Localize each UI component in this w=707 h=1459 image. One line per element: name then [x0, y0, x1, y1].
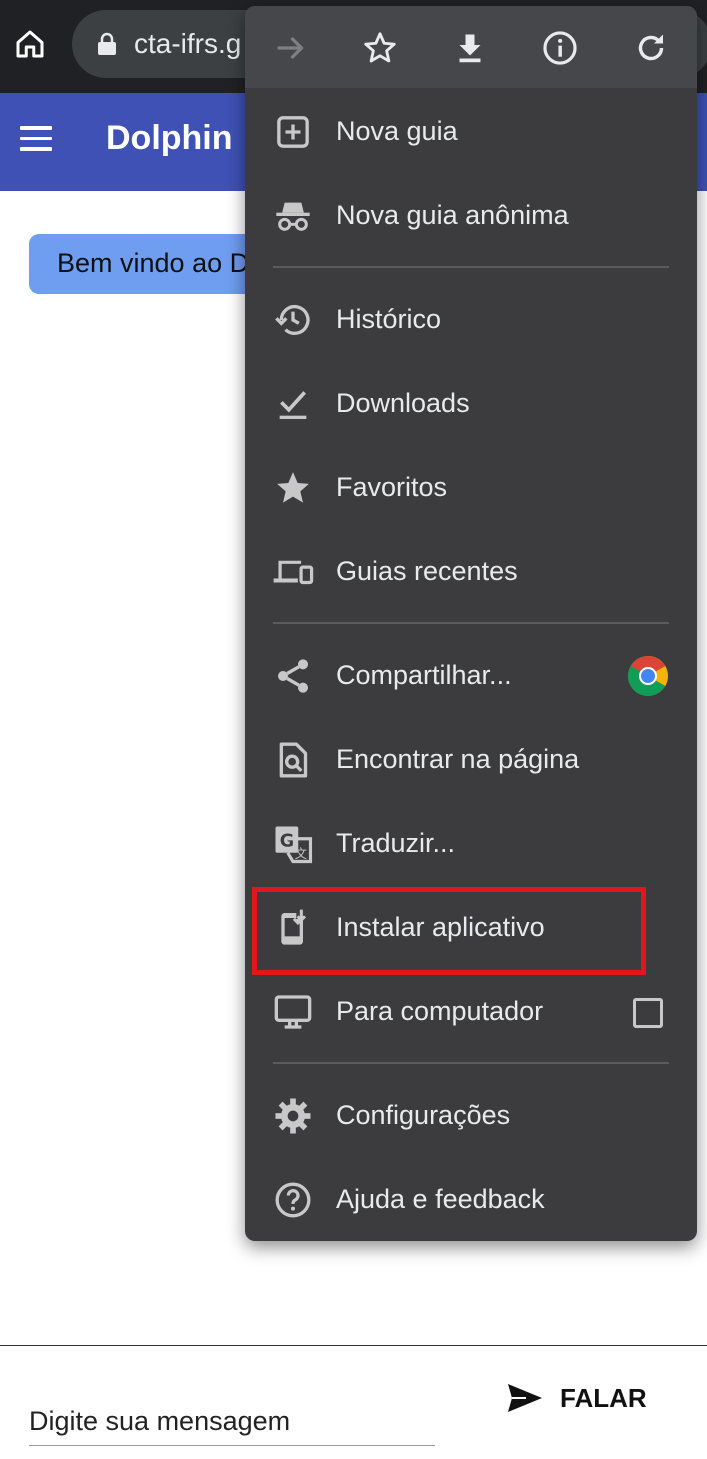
- menu-item-label: Ajuda e feedback: [336, 1184, 545, 1214]
- menu-item-label: Traduzir...: [336, 828, 456, 858]
- menu-item-label: Histórico: [336, 304, 442, 334]
- forward-button[interactable]: [269, 26, 313, 70]
- menu-item-label: Guias recentes: [336, 556, 518, 586]
- menu-divider: [273, 622, 669, 624]
- menu-item-incognito-tab[interactable]: Nova guia anônima: [245, 174, 697, 258]
- download-page-button[interactable]: [448, 26, 492, 70]
- download-icon: [459, 34, 481, 63]
- chrome-logo-icon: [628, 656, 668, 696]
- menu-toolbar: [245, 6, 697, 88]
- browser-overflow-menu: Nova guia Nova guia anônima Histórico Do…: [245, 6, 697, 1241]
- find-in-page-icon: [271, 738, 315, 782]
- desktop-icon: [271, 990, 315, 1034]
- bookmark-button[interactable]: [358, 26, 402, 70]
- translate-icon: G文: [271, 822, 315, 866]
- menu-item-share[interactable]: Compartilhar...: [245, 634, 697, 718]
- highlight-annotation-box: [252, 887, 646, 975]
- menu-item-find-in-page[interactable]: Encontrar na página: [245, 718, 697, 802]
- app-title: Dolphin: [106, 119, 233, 157]
- message-composer: FALAR: [0, 1345, 707, 1459]
- menu-item-recent-tabs[interactable]: Guias recentes: [245, 530, 697, 614]
- devices-icon: [271, 550, 315, 594]
- settings-gear-icon: [271, 1094, 315, 1138]
- hamburger-menu-icon[interactable]: [20, 126, 54, 156]
- menu-item-label: Downloads: [336, 388, 470, 418]
- url-text: cta-ifrs.g: [134, 28, 242, 59]
- menu-item-label: Favoritos: [336, 472, 448, 502]
- star-outline-icon: [364, 32, 396, 63]
- menu-item-label: Compartilhar...: [336, 660, 512, 690]
- menu-divider: [273, 266, 669, 268]
- page-info-button[interactable]: [538, 26, 582, 70]
- menu-item-translate[interactable]: G文 Traduzir...: [245, 802, 697, 886]
- menu-item-bookmarks[interactable]: Favoritos: [245, 446, 697, 530]
- incognito-icon: [271, 194, 315, 238]
- menu-item-help-feedback[interactable]: Ajuda e feedback: [245, 1158, 697, 1241]
- menu-item-downloads[interactable]: Downloads: [245, 362, 697, 446]
- new-tab-icon: [271, 110, 315, 154]
- downloads-check-icon: [271, 382, 315, 426]
- share-icon: [271, 654, 315, 698]
- menu-item-settings[interactable]: Configurações: [245, 1074, 697, 1158]
- star-filled-icon: [271, 466, 315, 510]
- menu-item-new-tab[interactable]: Nova guia: [245, 90, 697, 174]
- reload-button[interactable]: [629, 26, 673, 70]
- home-icon: [16, 30, 44, 58]
- menu-item-label: Nova guia anônima: [336, 200, 569, 230]
- menu-divider: [273, 1062, 669, 1064]
- send-button[interactable]: FALAR: [506, 1378, 647, 1418]
- desktop-site-checkbox[interactable]: [633, 998, 663, 1028]
- help-icon: [271, 1178, 315, 1222]
- menu-item-label: Nova guia: [336, 116, 458, 146]
- menu-item-desktop-site[interactable]: Para computador: [245, 970, 697, 1054]
- menu-item-label: Para computador: [336, 996, 544, 1026]
- menu-item-label: Encontrar na página: [336, 744, 580, 774]
- send-button-label: FALAR: [560, 1382, 647, 1413]
- svg-text:G: G: [280, 832, 294, 852]
- svg-text:文: 文: [295, 846, 307, 861]
- info-icon: [543, 31, 577, 65]
- history-icon: [271, 298, 315, 342]
- message-input[interactable]: [29, 1398, 435, 1446]
- lock-icon: [98, 32, 116, 55]
- reload-icon: [638, 34, 664, 61]
- home-button[interactable]: [8, 22, 52, 66]
- menu-item-label: Configurações: [336, 1100, 511, 1130]
- menu-item-history[interactable]: Histórico: [245, 278, 697, 362]
- send-icon: [508, 1384, 542, 1412]
- forward-arrow-icon: [277, 37, 304, 59]
